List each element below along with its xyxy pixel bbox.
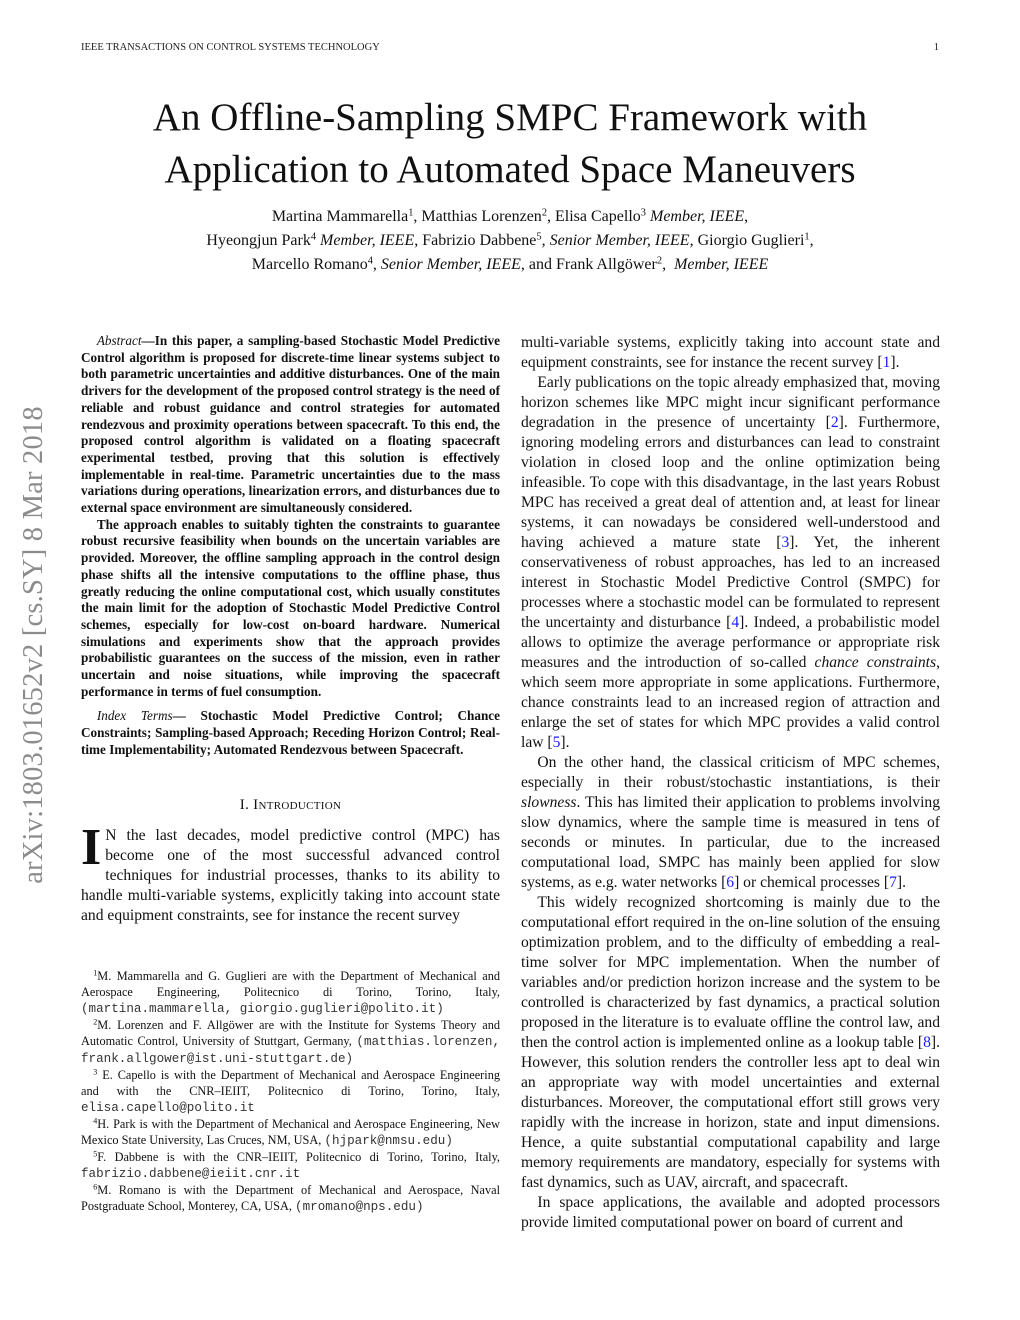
footnote: 3 E. Capello is with the Department of M… bbox=[81, 1067, 500, 1115]
abstract-paragraph-2: The approach enables to suitably tighten… bbox=[81, 516, 500, 699]
affiliation-mark: 1 bbox=[408, 207, 414, 219]
author-list: Martina Mammarella1, Matthias Lorenzen2,… bbox=[60, 205, 960, 277]
citation-link[interactable]: 1 bbox=[883, 354, 891, 371]
author-name: Giorgio Guglieri bbox=[697, 232, 805, 249]
author-role: Senior Member, IEEE bbox=[380, 256, 521, 273]
right-column: multi-variable systems, explicitly takin… bbox=[521, 333, 940, 1233]
conjunction: and bbox=[528, 256, 552, 273]
intro-paragraph-1-text: N the last decades, model predictive con… bbox=[81, 826, 500, 924]
author-name: Elisa Capello bbox=[555, 208, 641, 225]
arxiv-stamp: arXiv:1803.01652v2 [cs.SY] 8 Mar 2018 bbox=[14, 350, 54, 940]
author-name: Fabrizio Dabbene bbox=[422, 232, 537, 249]
footnote-email: (mromano@nps.edu) bbox=[295, 1200, 424, 1214]
author-name: Matthias Lorenzen bbox=[421, 208, 542, 225]
section-heading-introduction: I. Introduction bbox=[239, 796, 342, 813]
citation-link[interactable]: 6 bbox=[726, 874, 734, 891]
author-name: Martina Mammarella bbox=[271, 208, 409, 225]
running-header: IEEE TRANSACTIONS ON CONTROL SYSTEMS TEC… bbox=[81, 42, 939, 53]
paper-title: An Offline-Sampling SMPC Framework with … bbox=[60, 92, 960, 196]
arxiv-identifier: arXiv:1803.01652v2 [cs.SY] 8 Mar 2018 bbox=[18, 406, 49, 884]
affiliation-mark: 3 bbox=[640, 207, 646, 219]
footnote: 5F. Dabbene is with the CNR–IEIIT, Polit… bbox=[81, 1149, 500, 1181]
affiliation-mark: 1 bbox=[804, 231, 810, 243]
intro-paragraph-2: Early publications on the topic already … bbox=[521, 374, 940, 751]
author-role: Member, IEEE bbox=[674, 256, 769, 273]
emphasis: slowness bbox=[521, 794, 577, 811]
author-name: Frank Allgöwer bbox=[555, 256, 657, 273]
abstract-label: Abstract bbox=[96, 333, 142, 348]
title-line-2: Application to Automated Space Maneuvers bbox=[164, 148, 856, 191]
abstract-text: —In this paper, a sampling-based Stochas… bbox=[81, 333, 500, 516]
author-line-3: Marcello Romano4, Senior Member, IEEE, a… bbox=[251, 255, 769, 273]
continued-text: multi-variable systems, explicitly takin… bbox=[521, 334, 940, 371]
intro-paragraph-1-continued: multi-variable systems, explicitly takin… bbox=[521, 334, 940, 371]
left-column: Abstract—In this paper, a sampling-based… bbox=[81, 333, 500, 926]
footnote: 4H. Park is with the Department of Mecha… bbox=[81, 1116, 500, 1148]
author-role: Senior Member, IEEE bbox=[549, 232, 690, 249]
footnote-email: elisa.capello@polito.it bbox=[81, 1101, 255, 1115]
emphasis: chance constraints bbox=[814, 654, 937, 671]
footnote-email: (hjpark@nmsu.edu) bbox=[324, 1134, 453, 1148]
index-terms: Index Terms— Stochastic Model Predictive… bbox=[81, 708, 500, 758]
citation-link[interactable]: 4 bbox=[731, 614, 739, 631]
affiliation-mark: 2 bbox=[541, 207, 548, 219]
journal-name: IEEE TRANSACTIONS ON CONTROL SYSTEMS TEC… bbox=[81, 42, 380, 53]
author-name: Hyeongjun Park bbox=[206, 232, 311, 249]
footnote: 1M. Mammarella and G. Guglieri are with … bbox=[81, 968, 500, 1016]
affiliation-mark: 4 bbox=[310, 231, 317, 243]
footnote-email: (martina.mammarella, giorgio.guglieri@po… bbox=[81, 1002, 444, 1016]
author-line-1: Martina Mammarella1, Matthias Lorenzen2,… bbox=[271, 207, 749, 225]
author-name: Marcello Romano bbox=[251, 256, 368, 273]
footnote: 2M. Lorenzen and F. Allgöwer are with th… bbox=[81, 1017, 500, 1066]
drop-cap: I bbox=[81, 818, 102, 876]
intro-paragraph-4: This widely recognized shortcoming is ma… bbox=[521, 894, 940, 1191]
author-line-2: Hyeongjun Park4 Member, IEEE, Fabrizio D… bbox=[206, 231, 814, 249]
citation-link[interactable]: 7 bbox=[889, 874, 897, 891]
author-role: Member, IEEE bbox=[320, 232, 415, 249]
citation-link[interactable]: 3 bbox=[782, 534, 790, 551]
abstract-paragraph-1: Abstract—In this paper, a sampling-based… bbox=[81, 333, 500, 517]
affiliation-mark: 5 bbox=[536, 231, 542, 243]
author-role: Member, IEEE bbox=[649, 208, 745, 225]
intro-paragraph-5: In space applications, the available and… bbox=[521, 1194, 940, 1231]
citation-link[interactable]: 5 bbox=[553, 734, 561, 751]
footnotes: 1M. Mammarella and G. Guglieri are with … bbox=[81, 968, 500, 1215]
intro-paragraph-3: On the other hand, the classical critici… bbox=[521, 754, 940, 891]
footnote-email: fabrizio.dabbene@ieiit.cnr.it bbox=[81, 1167, 301, 1181]
intro-paragraph-1: IN the last decades, model predictive co… bbox=[81, 818, 500, 926]
footnote: 6M. Romano is with the Department of Mec… bbox=[81, 1182, 500, 1214]
introduction-body-left: IN the last decades, model predictive co… bbox=[81, 818, 500, 926]
title-line-1: An Offline-Sampling SMPC Framework with bbox=[152, 96, 868, 139]
affiliation-mark: 4 bbox=[367, 255, 373, 267]
citation-link[interactable]: 8 bbox=[923, 1034, 931, 1051]
citation-link[interactable]: 2 bbox=[831, 414, 839, 431]
affiliation-mark: 2 bbox=[656, 255, 663, 267]
abstract: Abstract—In this paper, a sampling-based… bbox=[81, 333, 500, 700]
index-terms-label: Index Terms bbox=[96, 708, 173, 724]
page-number: 1 bbox=[933, 42, 939, 53]
